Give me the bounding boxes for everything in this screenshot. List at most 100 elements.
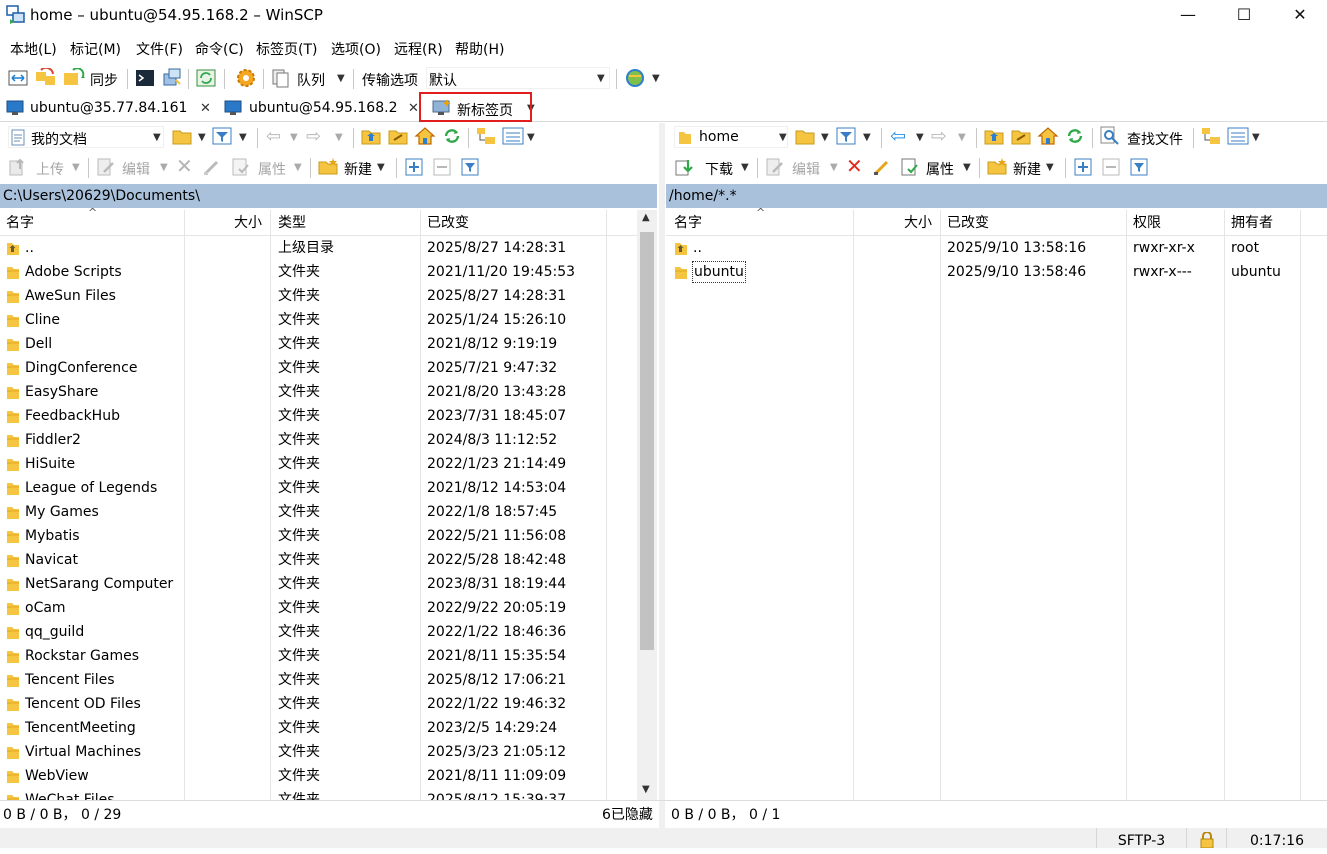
chevron-down-icon[interactable]: ▼ xyxy=(198,132,206,143)
new-folder-icon[interactable] xyxy=(987,157,1007,175)
table-row[interactable]: .. 上级目录 2025/8/27 14:28:31 xyxy=(0,236,637,260)
queue-label[interactable]: 队列 xyxy=(297,70,325,90)
column-name[interactable]: 名字 xyxy=(6,210,34,236)
filter-icon[interactable] xyxy=(212,127,232,145)
table-row[interactable]: Tencent Files 文件夹 2025/8/12 17:06:21 xyxy=(0,668,637,692)
new-folder-icon[interactable] xyxy=(318,157,338,175)
table-row[interactable]: EasyShare 文件夹 2021/8/20 13:43:28 xyxy=(0,380,637,404)
unselect-minus-icon[interactable] xyxy=(1102,158,1120,176)
menu-files[interactable]: 文件(F) xyxy=(136,39,183,59)
table-row[interactable]: HiSuite 文件夹 2022/1/23 21:14:49 xyxy=(0,452,637,476)
list-view-icon[interactable] xyxy=(502,127,524,145)
maximize-button[interactable]: ☐ xyxy=(1215,0,1273,32)
back-arrow-icon[interactable]: ⇦ xyxy=(890,125,906,147)
tab-close-icon[interactable]: ✕ xyxy=(408,101,419,116)
chevron-down-icon[interactable]: ▼ xyxy=(1046,162,1054,173)
chevron-down-icon[interactable]: ▼ xyxy=(160,162,168,173)
properties-label[interactable]: 属性 xyxy=(926,159,954,179)
home-icon[interactable] xyxy=(414,126,436,146)
synchronize-browsing-icon[interactable] xyxy=(35,68,57,88)
filter-icon[interactable] xyxy=(836,127,856,145)
chevron-down-icon[interactable]: ▼ xyxy=(294,162,302,173)
transfer-globe-icon[interactable] xyxy=(624,67,646,89)
tab-session-2-active[interactable]: ubuntu@54.95.168.2 ✕ xyxy=(216,96,422,121)
find-files-label[interactable]: 查找文件 xyxy=(1127,129,1183,149)
table-row[interactable]: AweSun Files 文件夹 2025/8/27 14:28:31 xyxy=(0,284,637,308)
properties-icon[interactable] xyxy=(231,157,251,177)
table-row[interactable]: Adobe Scripts 文件夹 2021/11/20 19:45:53 xyxy=(0,260,637,284)
new-label[interactable]: 新建 xyxy=(1013,159,1041,179)
table-row[interactable]: .. 2025/9/10 13:58:16 rwxr-xr-x root xyxy=(666,236,1327,260)
upload-icon[interactable] xyxy=(8,157,28,177)
root-directory-icon[interactable] xyxy=(388,127,408,145)
menu-commands[interactable]: 命令(C) xyxy=(195,39,244,59)
forward-arrow-icon[interactable]: ⇨ xyxy=(931,125,947,147)
column-name[interactable]: 名字 xyxy=(674,210,702,236)
minimize-button[interactable]: — xyxy=(1159,0,1217,32)
table-row[interactable]: Cline 文件夹 2025/1/24 15:26:10 xyxy=(0,308,637,332)
chevron-down-icon[interactable]: ▼ xyxy=(377,162,385,173)
table-row[interactable]: My Games 文件夹 2022/1/8 18:57:45 xyxy=(0,500,637,524)
list-view-icon[interactable] xyxy=(1227,127,1249,145)
chevron-down-icon[interactable]: ▼ xyxy=(916,132,924,143)
chevron-down-icon[interactable]: ▼ xyxy=(963,162,971,173)
open-folder-icon[interactable] xyxy=(795,127,815,145)
select-filter-icon[interactable] xyxy=(1130,158,1148,176)
left-location-select[interactable]: 我的文档 ▼ xyxy=(8,126,164,148)
table-row[interactable]: DingConference 文件夹 2025/7/21 9:47:32 xyxy=(0,356,637,380)
table-row[interactable]: League of Legends 文件夹 2021/8/12 14:53:04 xyxy=(0,476,637,500)
queue-dropdown-arrow-icon[interactable]: ▼ xyxy=(337,73,345,84)
refresh-icon[interactable] xyxy=(442,126,462,146)
table-row[interactable]: Virtual Machines 文件夹 2025/3/23 21:05:12 xyxy=(0,740,637,764)
column-rights[interactable]: 权限 xyxy=(1133,210,1161,236)
table-row[interactable]: WeChat Files 文件夹 2025/8/12 15:39:37 xyxy=(0,788,637,800)
tab-session-1[interactable]: ubuntu@35.77.84.161 ✕ xyxy=(0,96,216,121)
back-arrow-icon[interactable]: ⇦ xyxy=(266,126,281,147)
column-type[interactable]: 类型 xyxy=(278,210,306,236)
chevron-down-icon[interactable]: ▼ xyxy=(335,132,343,143)
left-vertical-scrollbar[interactable]: ▲ ▼ xyxy=(637,210,657,800)
delete-x-icon[interactable]: ✕ xyxy=(846,154,863,178)
queue-icon[interactable] xyxy=(271,68,291,88)
sync-label[interactable]: 同步 xyxy=(90,70,118,90)
rename-icon[interactable] xyxy=(872,157,892,177)
forward-arrow-icon[interactable]: ⇨ xyxy=(306,126,321,147)
chevron-down-icon[interactable]: ▼ xyxy=(863,132,871,143)
synchronize-icon[interactable] xyxy=(63,68,85,88)
table-row[interactable]: WebView 文件夹 2021/8/11 11:09:09 xyxy=(0,764,637,788)
chevron-down-icon[interactable]: ▼ xyxy=(830,162,838,173)
select-plus-icon[interactable] xyxy=(405,158,423,176)
parent-directory-icon[interactable] xyxy=(984,127,1004,145)
table-row[interactable]: Fiddler2 文件夹 2024/8/3 11:12:52 xyxy=(0,428,637,452)
table-row[interactable]: FeedbackHub 文件夹 2023/7/31 18:45:07 xyxy=(0,404,637,428)
table-row[interactable]: ubuntu 2025/9/10 13:58:46 rwxr-x--- ubuntu xyxy=(666,260,1327,284)
delete-x-icon[interactable]: ✕ xyxy=(176,154,193,178)
home-icon[interactable] xyxy=(1037,126,1059,146)
find-files-icon[interactable] xyxy=(1100,126,1120,146)
table-row[interactable]: Tencent OD Files 文件夹 2022/1/22 19:46:32 xyxy=(0,692,637,716)
close-button[interactable]: ✕ xyxy=(1271,0,1327,32)
table-row[interactable]: Dell 文件夹 2021/8/12 9:19:19 xyxy=(0,332,637,356)
select-plus-icon[interactable] xyxy=(1074,158,1092,176)
properties-label[interactable]: 属性 xyxy=(258,159,286,179)
table-row[interactable]: Mybatis 文件夹 2022/5/21 11:56:08 xyxy=(0,524,637,548)
refresh-icon[interactable] xyxy=(196,68,216,88)
tree-view-icon[interactable] xyxy=(1201,127,1221,145)
column-size[interactable]: 大小 xyxy=(904,210,932,236)
chevron-down-icon[interactable]: ▼ xyxy=(1252,132,1260,143)
tab-close-icon[interactable]: ✕ xyxy=(200,101,211,116)
menu-mark[interactable]: 标记(M) xyxy=(70,39,121,59)
rename-icon[interactable] xyxy=(202,157,222,177)
new-label[interactable]: 新建 xyxy=(344,159,372,179)
chevron-down-icon[interactable]: ▼ xyxy=(239,132,247,143)
column-owner[interactable]: 拥有者 xyxy=(1231,210,1273,236)
chevron-down-icon[interactable]: ▼ xyxy=(290,132,298,143)
right-location-select[interactable]: home ▼ xyxy=(674,126,788,148)
root-directory-icon[interactable] xyxy=(1011,127,1031,145)
edit-icon[interactable] xyxy=(765,157,785,177)
properties-icon[interactable] xyxy=(900,157,920,177)
edit-label[interactable]: 编辑 xyxy=(122,159,150,179)
column-changed[interactable]: 已改变 xyxy=(947,210,989,236)
chevron-down-icon[interactable]: ▼ xyxy=(652,73,660,84)
parent-directory-icon[interactable] xyxy=(361,127,381,145)
